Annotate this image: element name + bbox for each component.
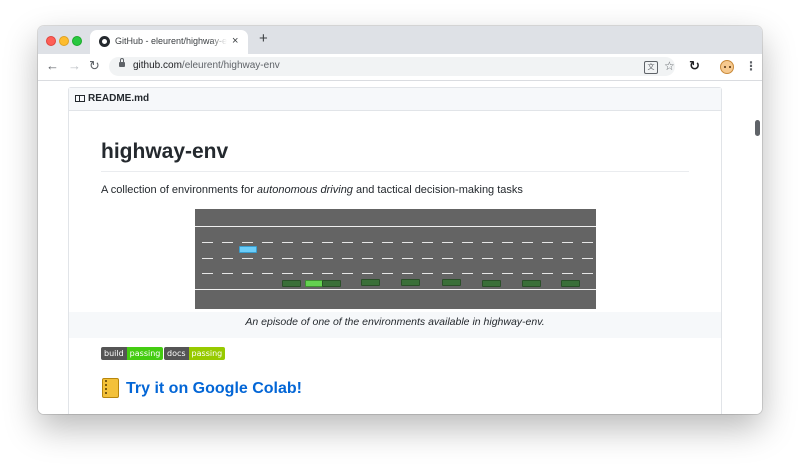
- close-window-button[interactable]: [46, 36, 56, 46]
- back-arrow-icon[interactable]: ←: [46, 58, 59, 74]
- url-path: /eleurent/highway-env: [181, 60, 280, 71]
- road-edge-top: [195, 226, 596, 227]
- readme-filename: README.md: [88, 93, 150, 104]
- docs-status-badge[interactable]: docs passing: [164, 347, 226, 360]
- description-emphasis: autonomous driving: [256, 184, 353, 196]
- address-bar[interactable]: github.com/eleurent/highway-env: [109, 57, 675, 76]
- new-tab-button[interactable]: +: [259, 31, 268, 47]
- heading-divider: [101, 171, 689, 172]
- profile-avatar-icon[interactable]: [720, 60, 734, 74]
- browser-menu-icon[interactable]: ⋮: [745, 59, 757, 73]
- page-viewport: README.md highway-env A collection of en…: [38, 81, 762, 414]
- road-edge-bottom: [195, 289, 596, 290]
- forward-arrow-icon[interactable]: →: [68, 58, 81, 74]
- badge-label: build: [101, 347, 127, 360]
- tab-github-highway-env[interactable]: GitHub - eleurent/highway-env ×: [90, 30, 248, 54]
- browser-window: GitHub - eleurent/highway-env × + ← → ↻ …: [38, 26, 762, 414]
- other-vehicle: [322, 280, 341, 287]
- maximize-window-button[interactable]: [72, 36, 82, 46]
- book-icon: [75, 95, 85, 102]
- page-title: highway-env: [101, 140, 229, 163]
- readme-header: README.md: [69, 88, 721, 111]
- github-favicon-icon: [99, 36, 110, 47]
- lock-icon[interactable]: [119, 58, 125, 67]
- reload-icon[interactable]: ↻: [89, 58, 100, 74]
- tab-title: GitHub - eleurent/highway-env: [115, 36, 227, 46]
- other-vehicle: [361, 279, 380, 286]
- scrollbar-thumb[interactable]: [755, 120, 760, 136]
- description-end: and tactical decision-making tasks: [352, 184, 523, 196]
- other-vehicle: [482, 280, 501, 287]
- lane-marking: [202, 273, 596, 274]
- badge-label: docs: [164, 347, 189, 360]
- url-text[interactable]: github.com/eleurent/highway-env: [133, 60, 280, 71]
- image-caption: An episode of one of the environments av…: [245, 316, 545, 328]
- description-start: A collection of environments for: [101, 184, 257, 196]
- tab-close-icon[interactable]: ×: [232, 35, 238, 47]
- badge-status: passing: [126, 347, 164, 360]
- other-vehicle: [442, 279, 461, 286]
- other-vehicle: [282, 280, 301, 287]
- tab-bar: GitHub - eleurent/highway-env × +: [38, 26, 762, 54]
- other-vehicle: [401, 279, 420, 286]
- other-vehicle: [522, 280, 541, 287]
- ego-vehicle: [239, 246, 257, 253]
- browser-toolbar: ← → ↻ github.com/eleurent/highway-env 文 …: [38, 54, 762, 81]
- lane-marking: [202, 258, 596, 259]
- other-vehicle: [561, 280, 580, 287]
- build-status-badge[interactable]: build passing: [101, 347, 164, 360]
- colab-link[interactable]: Try it on Google Colab!: [126, 380, 302, 398]
- minimize-window-button[interactable]: [59, 36, 69, 46]
- readme-container: README.md highway-env A collection of en…: [68, 87, 722, 414]
- project-description: A collection of environments for autonom…: [101, 184, 523, 196]
- highway-simulation-image: [195, 209, 596, 309]
- badge-status: passing: [188, 347, 226, 360]
- notebook-icon: [102, 378, 119, 398]
- sync-extension-icon[interactable]: ↻: [689, 59, 700, 73]
- url-host: github.com: [133, 60, 182, 71]
- translate-icon[interactable]: 文: [644, 61, 658, 74]
- lane-marking: [202, 242, 596, 243]
- bookmark-star-icon[interactable]: ☆: [664, 59, 675, 73]
